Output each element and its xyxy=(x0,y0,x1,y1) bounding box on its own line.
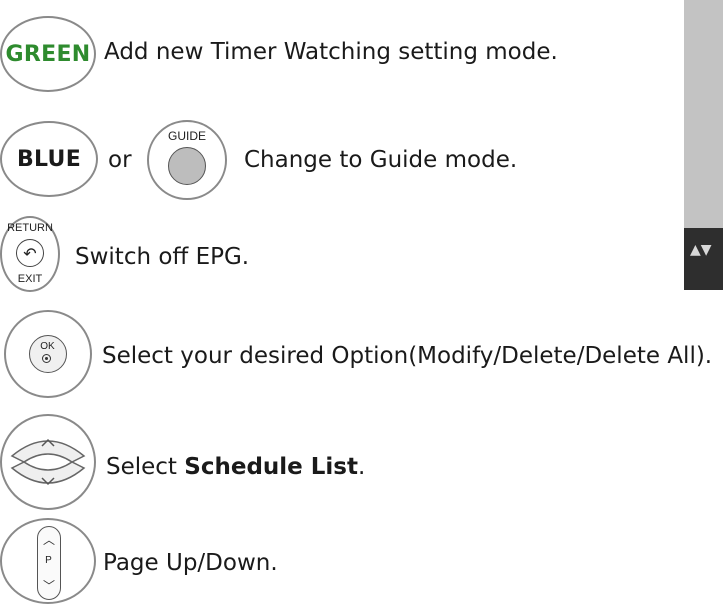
green-button-label: GREEN xyxy=(5,41,91,67)
nav-up-down-button[interactable] xyxy=(0,414,96,510)
guide-dot-icon xyxy=(168,147,206,185)
side-panel-footer xyxy=(684,228,723,290)
up-down-arrow-icon: ▲▼ xyxy=(690,242,712,258)
guide-description: Change to Guide mode. xyxy=(244,147,518,173)
return-arrow-icon: ↶ xyxy=(16,239,44,267)
return-label: RETURN xyxy=(7,222,53,234)
page-description: Page Up/Down. xyxy=(103,550,278,576)
exit-label: EXIT xyxy=(17,273,43,285)
nav-arrows-icon xyxy=(10,438,86,486)
blue-button-label: BLUE xyxy=(16,146,82,172)
return-exit-button[interactable]: RETURN ↶ EXIT xyxy=(0,216,60,292)
page-key-icon: ︿ P ﹀ xyxy=(37,526,61,600)
ok-dot-icon xyxy=(42,354,51,363)
or-connector: or xyxy=(108,147,132,173)
page-key-label: P xyxy=(45,555,52,566)
green-button[interactable]: GREEN xyxy=(0,16,96,92)
green-description: Add new Timer Watching setting mode. xyxy=(104,39,558,65)
page-button[interactable]: ︿ P ﹀ xyxy=(0,518,96,604)
schedule-prefix: Select xyxy=(106,454,185,480)
ok-button[interactable]: OK xyxy=(4,310,92,398)
guide-button[interactable]: GUIDE xyxy=(147,120,227,200)
blue-button[interactable]: BLUE xyxy=(0,121,98,197)
ok-description: Select your desired Option(Modify/Delete… xyxy=(102,343,713,369)
guide-label: GUIDE xyxy=(167,129,206,143)
schedule-list-description: Select Schedule List. xyxy=(106,453,365,481)
return-description: Switch off EPG. xyxy=(75,244,250,270)
schedule-suffix: . xyxy=(358,454,366,480)
ok-center-icon: OK xyxy=(29,335,67,373)
schedule-list-bold: Schedule List xyxy=(184,454,358,480)
ok-label: OK xyxy=(40,341,55,352)
